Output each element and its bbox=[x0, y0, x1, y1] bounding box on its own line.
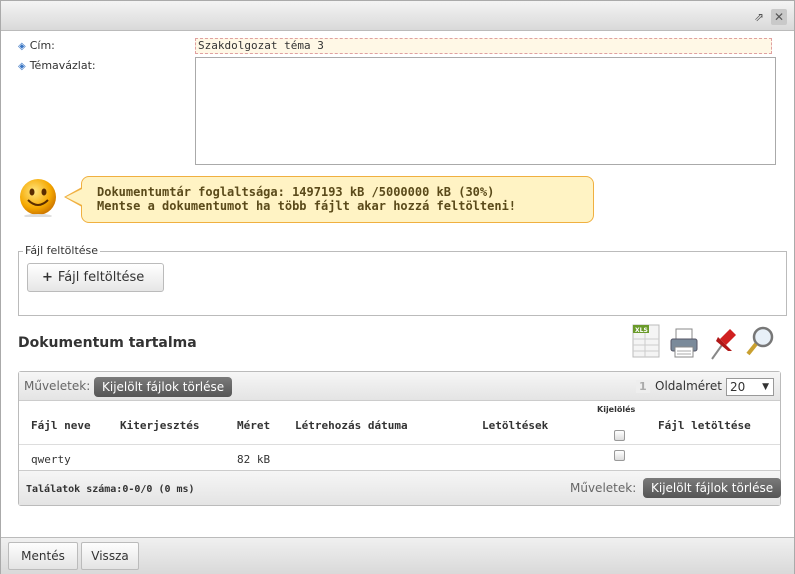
external-window-icon[interactable]: ⇗ bbox=[751, 9, 767, 25]
pin-icon[interactable] bbox=[706, 321, 738, 363]
grid-footer: Találatok száma:0-0/0 (0 ms) Műveletek: … bbox=[19, 470, 782, 505]
xls-export-icon[interactable]: XLS bbox=[631, 321, 663, 363]
documents-title: Dokumentum tartalma bbox=[18, 335, 197, 351]
storage-usage-text: Dokumentumtár foglaltsága: 1497193 kB /5… bbox=[97, 185, 495, 199]
save-button[interactable]: Mentés bbox=[8, 542, 78, 570]
title-input[interactable]: Szakdolgozat téma 3 bbox=[195, 38, 772, 54]
col-header-select: Kijelölés bbox=[597, 405, 636, 414]
title-label: ◈ Cím: bbox=[18, 39, 55, 52]
row-name: qwerty bbox=[31, 453, 71, 466]
dialog-footer: Mentés Vissza bbox=[1, 537, 794, 574]
col-header-size[interactable]: Méret bbox=[237, 419, 270, 432]
col-header-name[interactable]: Fájl neve bbox=[31, 419, 91, 432]
back-button[interactable]: Vissza bbox=[81, 542, 139, 570]
plus-icon: + bbox=[42, 270, 53, 285]
close-icon[interactable]: ✕ bbox=[771, 9, 787, 25]
dialog-titlebar: ⇗ ✕ bbox=[1, 1, 794, 31]
chevron-down-icon: ▼ bbox=[762, 382, 769, 392]
col-header-download-file: Fájl letöltése bbox=[658, 419, 751, 432]
grid-toolbar: Műveletek: Kijelölt fájlok törlése 1 Old… bbox=[19, 372, 780, 401]
row-size: 82 kB bbox=[237, 453, 271, 466]
save-hint-text: Mentse a dokumentumot ha több fájlt akar… bbox=[97, 199, 517, 213]
delete-selected-button[interactable]: Kijelölt fájlok törlése bbox=[94, 377, 233, 397]
print-icon[interactable] bbox=[668, 321, 700, 363]
col-header-downloads[interactable]: Letöltések bbox=[482, 419, 548, 432]
documents-grid: Műveletek: Kijelölt fájlok törlése 1 Old… bbox=[18, 371, 782, 506]
operations-label-bottom: Műveletek: bbox=[570, 481, 637, 495]
smiley-icon bbox=[20, 179, 56, 217]
bullet-arrow-icon: ◈ bbox=[18, 41, 26, 52]
bullet-arrow-icon: ◈ bbox=[18, 61, 26, 72]
upload-file-button[interactable]: + Fájl feltöltése bbox=[27, 263, 164, 292]
header-divider bbox=[19, 444, 780, 445]
outline-textarea[interactable] bbox=[195, 57, 776, 165]
page-size-label: Oldalméret bbox=[655, 379, 722, 393]
results-count: Találatok száma:0-0/0 (0 ms) bbox=[26, 484, 195, 495]
page-number[interactable]: 1 bbox=[636, 380, 650, 393]
col-header-ext[interactable]: Kiterjesztés bbox=[120, 419, 199, 432]
page-size-select[interactable]: 20 ▼ bbox=[726, 378, 774, 396]
row-select-checkbox[interactable] bbox=[614, 450, 625, 461]
select-all-checkbox[interactable] bbox=[614, 430, 625, 441]
upload-legend: Fájl feltöltése bbox=[23, 244, 101, 257]
dialog: ⇗ ✕ ◈ Cím: Szakdolgozat téma 3 ◈ Témavázla… bbox=[0, 0, 795, 574]
storage-notice: Dokumentumtár foglaltsága: 1497193 kB /5… bbox=[81, 176, 594, 223]
operations-label: Műveletek: bbox=[24, 379, 91, 393]
col-header-created[interactable]: Létrehozás dátuma bbox=[295, 419, 408, 432]
svg-text:XLS: XLS bbox=[635, 327, 648, 334]
search-icon[interactable] bbox=[745, 321, 777, 363]
outline-label: ◈ Témavázlat: bbox=[18, 59, 96, 72]
delete-selected-button-bottom[interactable]: Kijelölt fájlok törlése bbox=[643, 478, 782, 498]
speech-bubble-tail-inner bbox=[66, 189, 82, 205]
